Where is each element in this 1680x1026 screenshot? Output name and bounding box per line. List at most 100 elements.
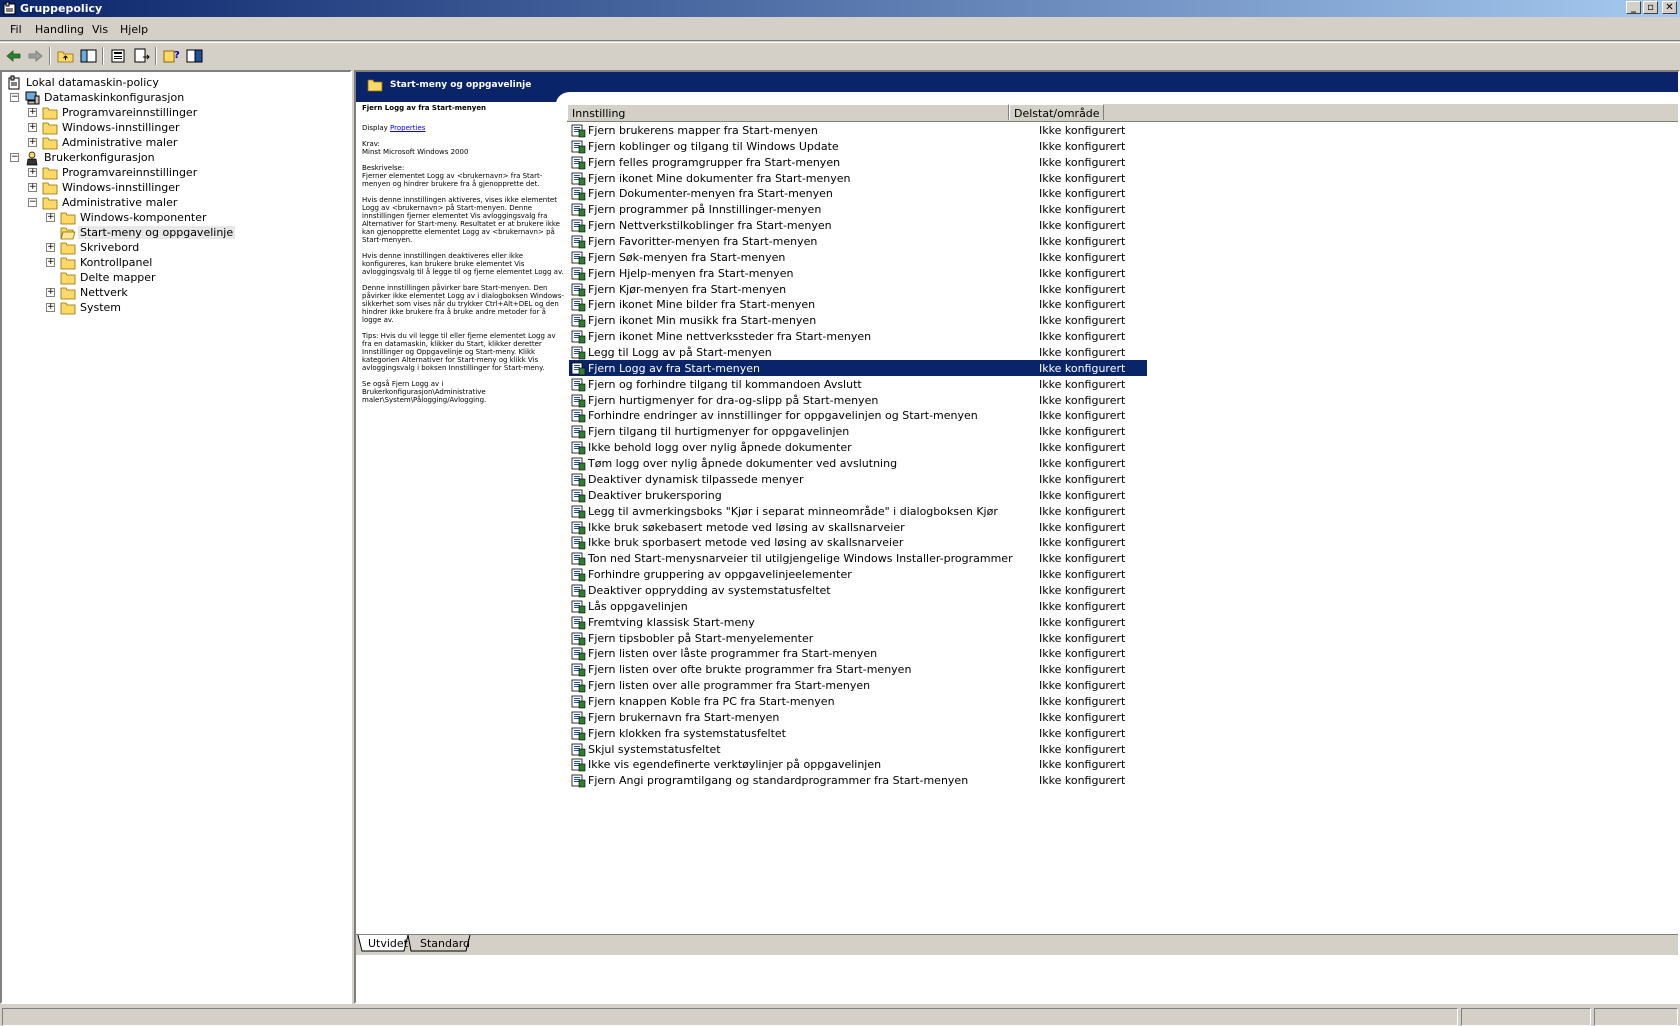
properties-link[interactable]: Properties bbox=[390, 124, 425, 132]
tree-node[interactable]: + Windows-innstillinger bbox=[2, 120, 350, 136]
policy-setting-row[interactable]: Fjern Søk-menyen fra Start-menyen Ikke ko… bbox=[567, 249, 1147, 265]
expand-icon[interactable]: + bbox=[46, 243, 55, 252]
properties-icon[interactable] bbox=[109, 47, 128, 65]
tree-node[interactable]: Start-meny og oppgavelinje bbox=[2, 225, 350, 241]
setting-name: Ikke bruk sporbasert metode ved løsing a… bbox=[588, 536, 904, 550]
policy-setting-row[interactable]: Forhindre endringer av innstillinger for… bbox=[567, 407, 1147, 423]
policy-setting-row[interactable]: Fjern brukernavn fra Start-menyen Ikke ko… bbox=[567, 709, 1147, 725]
policy-setting-row[interactable]: Ton ned Start-menysnarveier til utilgjen… bbox=[567, 550, 1147, 566]
policy-setting-row[interactable]: Fjern knappen Koble fra PC fra Start-men… bbox=[567, 693, 1147, 709]
tree-node[interactable]: + Windows-innstillinger bbox=[2, 180, 350, 196]
expand-icon[interactable]: + bbox=[46, 213, 55, 222]
menu-vis[interactable]: Vis bbox=[92, 23, 108, 36]
policy-setting-row[interactable]: Fjern listen over ofte brukte programmer… bbox=[567, 661, 1147, 677]
tree-node[interactable]: − Datamaskinkonfigurasjon bbox=[2, 90, 350, 106]
tree-node[interactable]: − Administrative maler bbox=[2, 195, 350, 211]
forward-arrow-icon[interactable] bbox=[26, 47, 45, 65]
tree-node[interactable]: + Administrative maler bbox=[2, 135, 350, 151]
policy-setting-row[interactable]: Fjern programmer på Innstillinger-menyen… bbox=[567, 201, 1147, 217]
policy-setting-row[interactable]: Fjern koblinger og tilgang til Windows U… bbox=[567, 138, 1147, 154]
close-button[interactable]: ✕ bbox=[1662, 1, 1677, 14]
setting-state: Ikke konfigurert bbox=[1039, 774, 1126, 788]
expand-icon[interactable]: + bbox=[46, 288, 55, 297]
expand-icon[interactable]: + bbox=[28, 123, 37, 132]
tab-standard[interactable]: Standard bbox=[420, 935, 470, 951]
setting-state: Ikke konfigurert bbox=[1039, 346, 1126, 360]
policy-setting-row[interactable]: Ikke vis egendefinerte verktøylinjer på … bbox=[567, 756, 1147, 772]
policy-setting-row[interactable]: Fjern felles programgrupper fra Start-me… bbox=[567, 154, 1147, 170]
policy-setting-row[interactable]: Lås oppgavelinjen Ikke konfigurert bbox=[567, 598, 1147, 614]
tree-node[interactable]: + System bbox=[2, 300, 350, 316]
tree-node[interactable]: + Programvareinnstillinger bbox=[2, 105, 350, 121]
expand-icon[interactable]: + bbox=[46, 303, 55, 312]
up-folder-icon[interactable] bbox=[56, 47, 75, 65]
policy-setting-row[interactable]: Fjern ikonet Mine bilder fra Start-menye… bbox=[567, 296, 1147, 312]
collapse-icon[interactable]: − bbox=[10, 93, 19, 102]
policy-setting-row[interactable]: Ikke bruk sporbasert metode ved løsing a… bbox=[567, 534, 1147, 550]
policy-setting-row[interactable]: Ikke behold logg over nylig åpnede dokum… bbox=[567, 439, 1147, 455]
setting-state: Ikke konfigurert bbox=[1039, 710, 1126, 724]
minimize-button[interactable]: _ bbox=[1626, 1, 1641, 14]
policy-setting-row[interactable]: Fjern klokken fra systemstatusfeltet Ikke… bbox=[567, 725, 1147, 741]
policy-setting-row[interactable]: Fjern tipsbobler på Start-menyelementer I… bbox=[567, 630, 1147, 646]
tree-node[interactable]: + Windows-komponenter bbox=[2, 210, 350, 226]
menu-handling[interactable]: Handling bbox=[35, 23, 84, 36]
policy-setting-row[interactable]: Deaktiver opprydding av systemstatusfelt… bbox=[567, 582, 1147, 598]
policy-setting-row[interactable]: Legg til Logg av på Start-menyen Ikke kon… bbox=[567, 344, 1147, 360]
policy-setting-row[interactable]: Fjern Logg av fra Start-menyen Ikke konfi… bbox=[567, 359, 1147, 376]
policy-setting-row[interactable]: Fjern og forhindre tilgang til kommandoe… bbox=[567, 376, 1147, 392]
back-arrow-icon[interactable] bbox=[4, 47, 23, 65]
policy-setting-row[interactable]: Fjern Dokumenter-menyen fra Start-menyen… bbox=[567, 185, 1147, 201]
setting-name: Fjern Logg av fra Start-menyen bbox=[588, 361, 760, 375]
toolbar-separator bbox=[102, 47, 104, 65]
tree-node[interactable]: Lokal datamaskin-policy bbox=[2, 75, 350, 91]
tree-node[interactable]: + Skrivebord bbox=[2, 240, 350, 256]
policy-setting-row[interactable]: Fjern Kjør-menyen fra Start-menyen Ikke k… bbox=[567, 281, 1147, 297]
policy-setting-row[interactable]: Fjern tilgang til hurtigmenyer for oppga… bbox=[567, 423, 1147, 439]
show-hide-tree-icon[interactable] bbox=[79, 47, 98, 65]
expand-icon[interactable]: + bbox=[28, 138, 37, 147]
title-bar: Gruppepolicy _ ▫ ✕ bbox=[0, 0, 1680, 17]
policy-setting-row[interactable]: Tøm logg over nylig åpnede dokumenter ve… bbox=[567, 455, 1147, 471]
policy-setting-row[interactable]: Fremtving klassisk Start-meny Ikke konfig… bbox=[567, 614, 1147, 630]
tab-utvidet[interactable]: Utvidet bbox=[368, 935, 408, 951]
tree-node[interactable]: + Programvareinnstillinger bbox=[2, 165, 350, 181]
export-list-icon[interactable] bbox=[132, 47, 151, 65]
tree-node[interactable]: − Brukerkonfigurasjon bbox=[2, 150, 350, 166]
tree-node[interactable]: Delte mapper bbox=[2, 270, 350, 286]
expand-icon[interactable]: + bbox=[46, 258, 55, 267]
expand-icon[interactable]: + bbox=[28, 168, 37, 177]
expand-icon[interactable]: + bbox=[28, 183, 37, 192]
policy-setting-row[interactable]: Fjern listen over alle programmer fra St… bbox=[567, 677, 1147, 693]
policy-setting-row[interactable]: Deaktiver dynamisk tilpassede menyer Ikke… bbox=[567, 471, 1147, 487]
policy-setting-icon bbox=[570, 328, 586, 344]
policy-setting-row[interactable]: Fjern Nettverkstilkoblinger fra Start-me… bbox=[567, 217, 1147, 233]
policy-setting-row[interactable]: Fjern ikonet Mine dokumenter fra Start-m… bbox=[567, 170, 1147, 186]
policy-setting-row[interactable]: Forhindre gruppering av oppgavelinjeelem… bbox=[567, 566, 1147, 582]
console-tree[interactable]: Lokal datamaskin-policy − Datamaskinkonfig… bbox=[0, 70, 352, 1004]
policy-setting-row[interactable]: Legg til avmerkingsboks "Kjør i separat … bbox=[567, 503, 1147, 519]
policy-setting-row[interactable]: Fjern Favoritter-menyen fra Start-menyen… bbox=[567, 233, 1147, 249]
menu-hjelp[interactable]: Hjelp bbox=[120, 23, 148, 36]
policy-setting-row[interactable]: Skjul systemstatusfeltet Ikke konfigurert bbox=[567, 741, 1147, 757]
console-tree-icon[interactable] bbox=[185, 47, 204, 65]
policy-setting-row[interactable]: Fjern Angi programtilgang og standardpro… bbox=[567, 772, 1147, 788]
policy-setting-row[interactable]: Deaktiver brukersporing Ikke konfigurert bbox=[567, 487, 1147, 503]
tree-node[interactable]: + Kontrollpanel bbox=[2, 255, 350, 271]
policy-setting-row[interactable]: Fjern hurtigmenyer for dra-og-slipp på S… bbox=[567, 392, 1147, 408]
policy-setting-row[interactable]: Fjern ikonet Min musikk fra Start-menyen… bbox=[567, 312, 1147, 328]
collapse-icon[interactable]: − bbox=[10, 153, 19, 162]
tree-node[interactable]: + Nettverk bbox=[2, 285, 350, 301]
column-header-state[interactable]: Delstat/område bbox=[1009, 104, 1104, 120]
policy-setting-row[interactable]: Fjern Hjelp-menyen fra Start-menyen Ikke … bbox=[567, 265, 1147, 281]
policy-setting-row[interactable]: Fjern listen over låste programmer fra S… bbox=[567, 645, 1147, 661]
help-icon[interactable]: ? bbox=[162, 47, 181, 65]
policy-setting-row[interactable]: Fjern brukerens mapper fra Start-menyen I… bbox=[567, 122, 1147, 138]
policy-setting-row[interactable]: Fjern ikonet Mine nettverkssteder fra St… bbox=[567, 328, 1147, 344]
collapse-icon[interactable]: − bbox=[28, 198, 37, 207]
restore-button[interactable]: ▫ bbox=[1643, 1, 1658, 14]
menu-fil[interactable]: Fil bbox=[10, 23, 22, 36]
column-header-setting[interactable]: Innstilling bbox=[567, 104, 1009, 120]
policy-setting-row[interactable]: Ikke bruk søkebasert metode ved løsing a… bbox=[567, 519, 1147, 535]
expand-icon[interactable]: + bbox=[28, 108, 37, 117]
